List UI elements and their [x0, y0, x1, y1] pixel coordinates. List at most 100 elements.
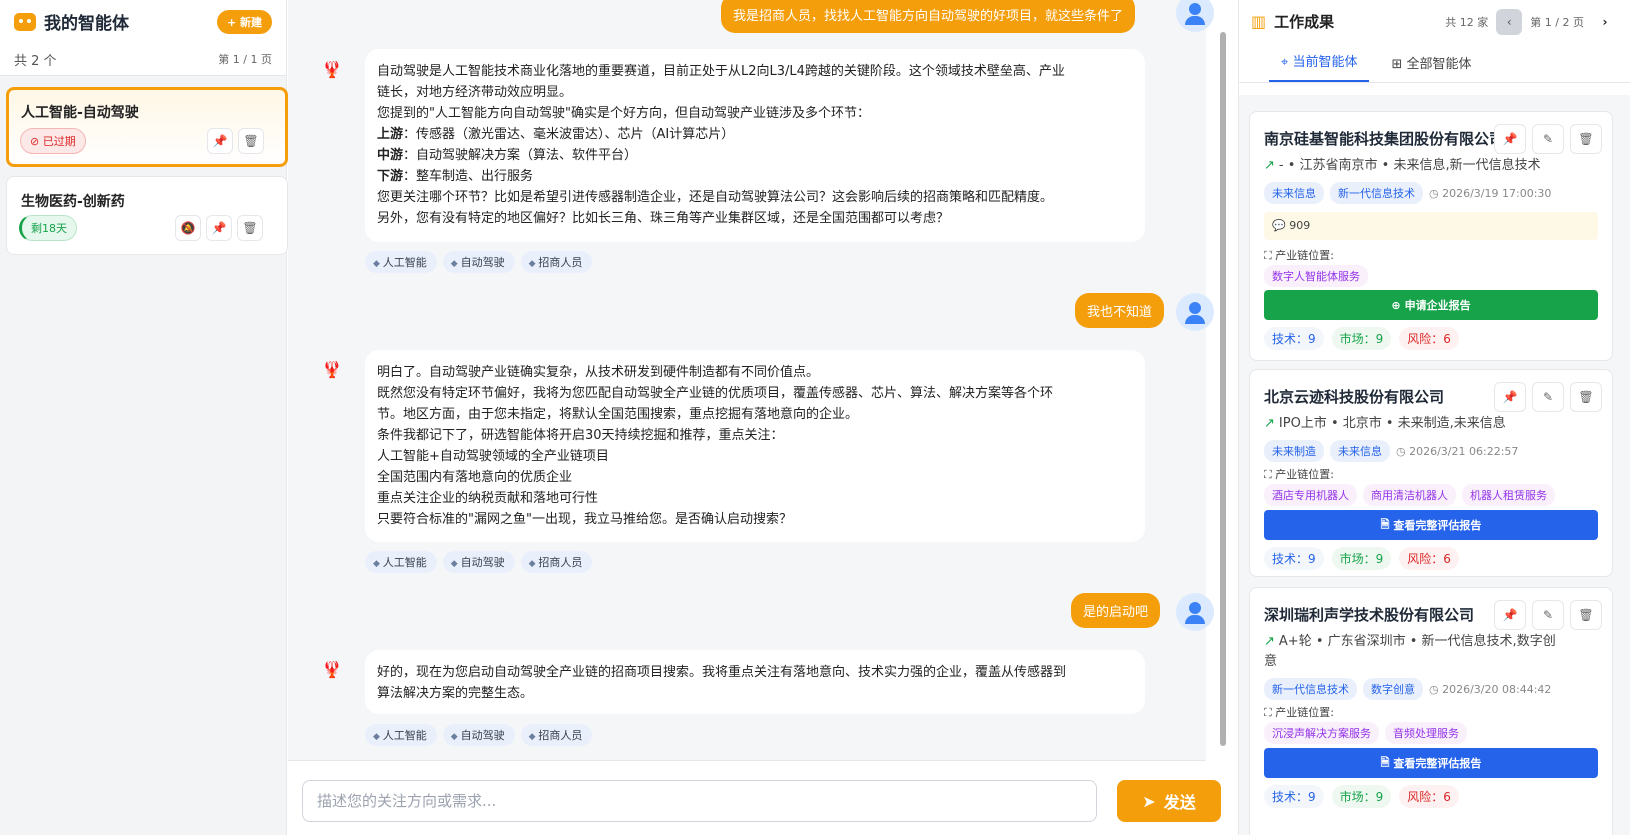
company-tags: 新一代信息技术 数字创意 ◷ 2026/3/20 08:44:42 — [1264, 678, 1551, 700]
chevron-left-icon: ‹ — [1506, 14, 1512, 29]
pin-button[interactable]: 📌 — [1494, 600, 1526, 630]
chain-label: ⛶ 产业链位置: — [1264, 468, 1334, 481]
trash-icon: 🗑 — [1578, 390, 1594, 404]
tag[interactable]: 自动驾驶 — [442, 251, 515, 273]
chat-scrollbar[interactable] — [1218, 0, 1228, 760]
tag[interactable]: 人工智能 — [365, 724, 437, 746]
risk-score: 风险：6 — [1399, 327, 1459, 350]
trend-icon: ↗ — [1264, 158, 1275, 173]
edit-icon: ✎ — [1542, 390, 1554, 404]
market-score: 市场：9 — [1331, 327, 1392, 350]
chat-input-bar: 描述您的关注方向或需求... ➤ 发送 — [288, 760, 1221, 835]
agent-name: 生物医药-创新药 — [21, 194, 125, 210]
delete-button[interactable]: 🗑 — [1570, 124, 1602, 154]
pin-button[interactable]: 📌 — [1494, 124, 1526, 154]
scores: 技术：9 市场：9 风险：6 — [1264, 785, 1459, 808]
company-name: 深圳瑞利声学技术股份有限公司 — [1264, 606, 1475, 624]
user-avatar — [1176, 593, 1214, 631]
comment-count: 💬 909 — [1264, 212, 1598, 240]
trash-icon: 🗑 — [242, 221, 258, 235]
apply-report-button[interactable]: ⊕ 申请企业报告 — [1264, 290, 1598, 320]
agent-count: 共 2 个 — [14, 53, 57, 69]
trash-icon: 🗑 — [243, 134, 259, 148]
company-info: ↗ IPO上市 • 北京市 • 未来制造,未来信息 — [1264, 416, 1506, 431]
pin-icon: 📌 — [212, 134, 228, 148]
chain-tags: 沉浸声解决方案服务 音频处理服务 — [1264, 722, 1467, 744]
company-card[interactable]: 北京云迹科技股份有限公司 📌 ✎ 🗑 ↗ IPO上市 • 北京市 • 未来制造,未… — [1249, 369, 1613, 577]
tag[interactable]: 自动驾驶 — [442, 724, 515, 746]
agent-card-biomed[interactable]: 生物医药-创新药 剩18天 🔕 📌 🗑 — [6, 176, 288, 255]
chain-tags: 数字人智能体服务 — [1264, 265, 1368, 287]
company-info: ↗ - • 江苏省南京市 • 未来信息,新一代信息技术 — [1264, 158, 1541, 173]
sidebar-title: 我的智能体 — [44, 14, 129, 34]
company-info: ↗ A+轮 • 广东省深圳市 • 新一代信息技术,数字创 意 — [1264, 634, 1556, 669]
agent-sidebar: 我的智能体 + 新建 共 2 个 第 1 / 1 页 人工智能-自动驾驶 ⊘ 已… — [0, 0, 288, 835]
delete-button[interactable]: 🗑 — [1570, 382, 1602, 412]
edit-button[interactable]: ✎ — [1532, 382, 1564, 412]
chain-label: ⛶ 产业链位置: — [1264, 249, 1334, 262]
message-tags: 人工智能 自动驾驶 招商人员 — [365, 724, 593, 746]
scores: 技术：9 市场：9 风险：6 — [1264, 327, 1459, 350]
company-tags: 未来信息 新一代信息技术 ◷ 2026/3/19 17:00:30 — [1264, 182, 1551, 204]
view-report-button[interactable]: 🗎 查看完整评估报告 — [1264, 510, 1598, 540]
pin-button[interactable]: 📌 — [207, 128, 233, 154]
agent-card-autodrive[interactable]: 人工智能-自动驾驶 ⊘ 已过期 📌 🗑 — [6, 87, 288, 167]
mute-button[interactable]: 🔕 — [175, 215, 201, 241]
edit-button[interactable]: ✎ — [1532, 600, 1564, 630]
edit-button[interactable]: ✎ — [1532, 124, 1564, 154]
user-message: 是的启动吧 — [1071, 593, 1161, 628]
delete-button[interactable]: 🗑 — [238, 128, 264, 154]
bot-message: 明白了。自动驾驶产业链确实复杂，从技术研发到硬件制造都有不同价值点。 既然您没有… — [365, 350, 1145, 542]
next-page-button[interactable]: › — [1592, 8, 1618, 35]
sidebar-meta: 共 2 个 第 1 / 1 页 — [0, 43, 286, 76]
results-panel: ▥ 工作成果 共 12 家 ‹ 第 1 / 2 页 › ⌖ 当前智能体 ⊞ 全部… — [1238, 0, 1630, 835]
tech-score: 技术：9 — [1264, 327, 1324, 350]
lobster-icon: 🦞 — [322, 360, 342, 379]
building-icon: ▥ — [1251, 12, 1267, 31]
user-message: 我是招商人员，找找人工智能方向自动驾驶的好项目，就这些条件了 — [721, 0, 1136, 33]
trash-icon: 🗑 — [1578, 608, 1594, 622]
sidebar-page: 第 1 / 1 页 — [218, 53, 272, 66]
pin-icon: 📌 — [1502, 608, 1518, 622]
card-actions: 📌 ✎ 🗑 — [1494, 600, 1602, 630]
new-agent-button[interactable]: + 新建 — [216, 9, 272, 34]
prev-page-button[interactable]: ‹ — [1496, 8, 1523, 35]
tag[interactable]: 自动驾驶 — [442, 551, 515, 573]
message-tags: 人工智能 自动驾驶 招商人员 — [365, 551, 593, 573]
tag[interactable]: 招商人员 — [520, 251, 593, 273]
results-header: ▥ 工作成果 共 12 家 ‹ 第 1 / 2 页 › — [1239, 0, 1630, 43]
edit-icon: ✎ — [1542, 608, 1554, 622]
company-tags: 未来制造 未来信息 ◷ 2026/3/21 06:22:57 — [1264, 440, 1518, 462]
view-report-button[interactable]: 🗎 查看完整评估报告 — [1264, 748, 1598, 778]
bot-message: 自动驾驶是人工智能技术商业化落地的重要赛道，目前正处于从L2向L3/L4跨越的关… — [365, 49, 1145, 242]
chat-input[interactable]: 描述您的关注方向或需求... — [302, 780, 1097, 822]
user-avatar — [1176, 293, 1214, 331]
pin-icon: 📌 — [1502, 132, 1518, 146]
tag[interactable]: 招商人员 — [520, 724, 593, 746]
tag[interactable]: 人工智能 — [365, 551, 437, 573]
send-button[interactable]: ➤ 发送 — [1117, 780, 1221, 822]
tag[interactable]: 人工智能 — [365, 251, 437, 273]
tab-all-agents[interactable]: ⊞ 全部智能体 — [1379, 53, 1483, 82]
company-name: 南京硅基智能科技集团股份有限公司 — [1264, 130, 1499, 148]
bell-off-icon: 🔕 — [180, 221, 196, 235]
sidebar-header: 我的智能体 + 新建 — [0, 0, 286, 43]
results-count: 共 12 家 — [1445, 15, 1489, 29]
tab-current-agent[interactable]: ⌖ 当前智能体 — [1269, 51, 1370, 82]
pin-button[interactable]: 📌 — [1494, 382, 1526, 412]
results-list: 南京硅基智能科技集团股份有限公司 📌 ✎ 🗑 ↗ - • 江苏省南京市 • 未来信… — [1239, 95, 1630, 835]
delete-button[interactable]: 🗑 — [1570, 600, 1602, 630]
company-card[interactable]: 深圳瑞利声学技术股份有限公司 📌 ✎ 🗑 ↗ A+轮 • 广东省深圳市 • 新一代… — [1249, 587, 1613, 835]
status-badge: ⊘ 已过期 — [20, 128, 86, 154]
company-card[interactable]: 南京硅基智能科技集团股份有限公司 📌 ✎ 🗑 ↗ - • 江苏省南京市 • 未来信… — [1249, 111, 1613, 361]
edit-icon: ✎ — [1542, 132, 1554, 146]
user-avatar — [1176, 0, 1214, 32]
trash-icon: 🗑 — [1578, 132, 1594, 146]
agent-name: 人工智能-自动驾驶 — [21, 105, 139, 121]
chain-tags: 酒店专用机器人 商用清洁机器人 机器人租赁服务 — [1264, 484, 1555, 506]
robot-icon — [14, 12, 36, 31]
tag[interactable]: 招商人员 — [520, 551, 593, 573]
message-tags: 人工智能 自动驾驶 招商人员 — [365, 251, 593, 273]
delete-button[interactable]: 🗑 — [237, 215, 263, 241]
pin-button[interactable]: 📌 — [206, 215, 232, 241]
